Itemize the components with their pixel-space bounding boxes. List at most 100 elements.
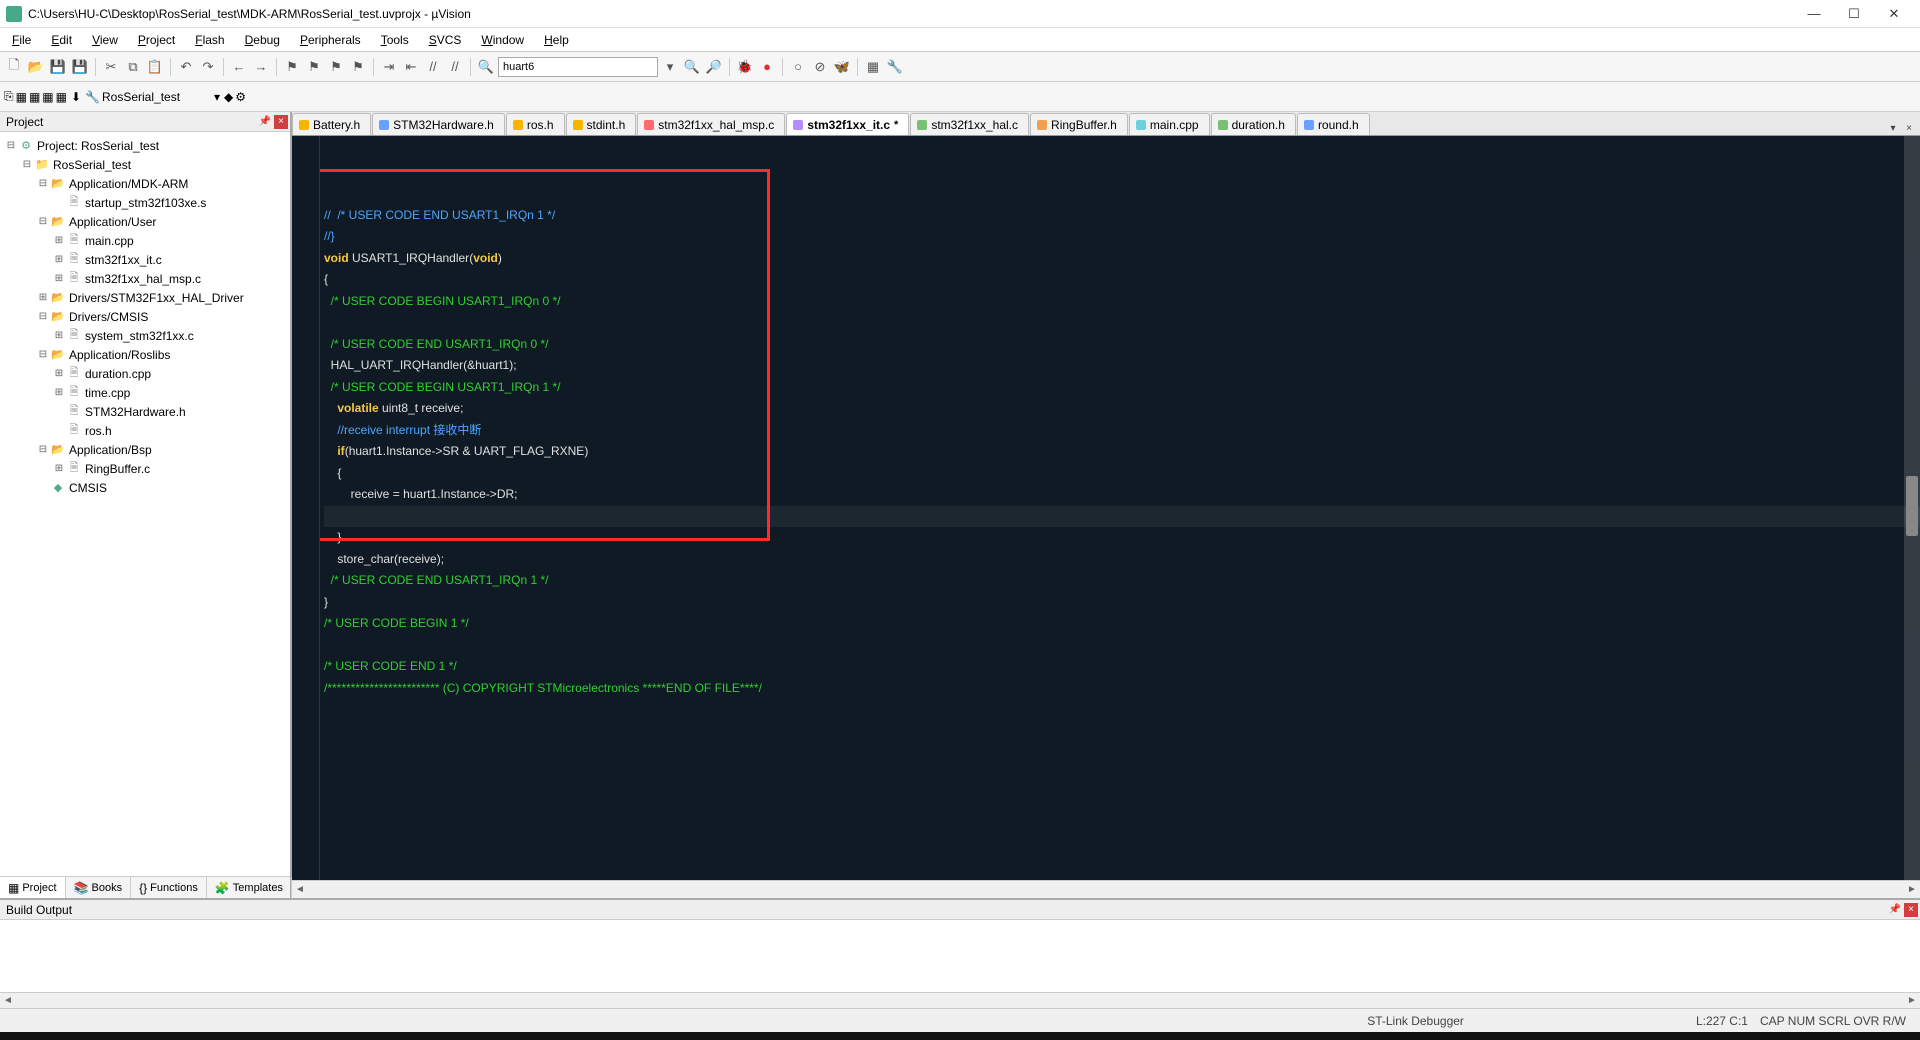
code-line[interactable]: } [324,527,1920,549]
tree-node[interactable]: ⊟📂Application/User [2,212,288,231]
toolbox-icon[interactable]: 🔧 [885,57,905,77]
breakpoint-kill-icon[interactable]: ⊘ [810,57,830,77]
tree-node[interactable]: ⊞🗎system_stm32f1xx.c [2,326,288,345]
code-area[interactable]: // /* USER CODE END USART1_IRQn 1 *///}v… [320,136,1920,880]
code-line[interactable]: /* USER CODE END 1 */ [324,656,1920,678]
tree-node[interactable]: ⊞🗎main.cpp [2,231,288,250]
incremental-find-icon[interactable]: 🔎 [704,57,724,77]
bookmark-clear-icon[interactable]: ⚑ [348,57,368,77]
tree-node[interactable]: ⊟📂Drivers/CMSIS [2,307,288,326]
code-line[interactable]: { [324,463,1920,485]
undo-icon[interactable]: ↶ [176,57,196,77]
comment-icon[interactable]: // [423,57,443,77]
tree-node[interactable]: ⊞📂Drivers/STM32F1xx_HAL_Driver [2,288,288,307]
tree-node[interactable]: ⊞🗎time.cpp [2,383,288,402]
code-line[interactable] [324,635,1920,657]
bookmark-icon[interactable]: ⚑ [282,57,302,77]
analyzer-icon[interactable]: 🦋 [832,57,852,77]
code-line[interactable]: void USART1_IRQHandler(void) [324,248,1920,270]
find-next-icon[interactable]: ▾ [660,57,680,77]
panel-tab-templates[interactable]: 🧩 Templates [207,877,292,898]
panel-tab-project[interactable]: ▦ Project [0,877,66,898]
copy-icon[interactable]: ⧉ [123,57,143,77]
code-line[interactable]: volatile uint8_t receive; [324,398,1920,420]
indent-icon[interactable]: ⇥ [379,57,399,77]
download-icon[interactable]: ⬇ [71,90,81,104]
menu-flash[interactable]: Flash [187,31,232,49]
menu-help[interactable]: Help [536,31,577,49]
code-line[interactable]: if(huart1.Instance->SR & UART_FLAG_RXNE) [324,441,1920,463]
code-line[interactable]: { [324,269,1920,291]
tree-node[interactable]: ⊞🗎stm32f1xx_it.c [2,250,288,269]
file-tab[interactable]: Battery.h [292,113,371,135]
manage-rte-icon[interactable]: ◆ [224,90,233,104]
menu-edit[interactable]: Edit [43,31,80,49]
editor-vscroll[interactable] [1904,136,1920,880]
code-line[interactable] [324,506,1920,528]
new-file-icon[interactable]: 🗋 [4,57,24,77]
panel-tab-books[interactable]: 📚 Books [66,877,132,898]
uncomment-icon[interactable]: // [445,57,465,77]
find-combo[interactable]: huart6 [498,57,658,77]
code-line[interactable]: } [324,592,1920,614]
save-all-icon[interactable]: 💾 [70,57,90,77]
target-combo[interactable]: RosSerial_test [102,90,212,104]
nav-fwd-icon[interactable]: → [251,57,271,77]
nav-back-icon[interactable]: ← [229,57,249,77]
menu-view[interactable]: View [84,31,126,49]
panel-tab-functions[interactable]: {} Functions [131,877,207,898]
redo-icon[interactable]: ↷ [198,57,218,77]
panel-close-icon[interactable]: × [1904,903,1918,917]
cut-icon[interactable]: ✂ [101,57,121,77]
save-icon[interactable]: 💾 [48,57,68,77]
code-editor[interactable]: // /* USER CODE END USART1_IRQn 1 *///}v… [292,136,1920,880]
tab-menu-icon[interactable]: ▾ [1886,121,1900,135]
tree-node[interactable]: 🗎STM32Hardware.h [2,402,288,421]
code-line[interactable]: /* USER CODE END USART1_IRQn 0 */ [324,334,1920,356]
batch-build-icon[interactable]: ▦ [42,90,53,104]
menu-project[interactable]: Project [130,31,183,49]
tree-node[interactable]: ⊞🗎duration.cpp [2,364,288,383]
translate-icon[interactable]: ⎘ [4,89,14,104]
breakpoint-disable-icon[interactable]: ○ [788,57,808,77]
code-line[interactable] [324,699,1920,721]
file-tab[interactable]: STM32Hardware.h [372,113,505,135]
code-line[interactable]: /* USER CODE BEGIN 1 */ [324,613,1920,635]
debug-icon[interactable]: 🐞 [735,57,755,77]
menu-file[interactable]: File [4,31,39,49]
tree-node[interactable]: ⊞🗎RingBuffer.c [2,459,288,478]
code-line[interactable]: /************************ (C) COPYRIGHT … [324,678,1920,700]
menu-peripherals[interactable]: Peripherals [292,31,369,49]
find-in-files-icon[interactable]: 🔍 [682,57,702,77]
tree-node[interactable]: 🗎startup_stm32f103xe.s [2,193,288,212]
target-dropdown-icon[interactable]: ▾ [214,90,220,104]
menu-svcs[interactable]: SVCS [421,31,470,49]
code-line[interactable]: //receive interrupt 接收中断 [324,420,1920,442]
paste-icon[interactable]: 📋 [145,57,165,77]
file-tab[interactable]: stm32f1xx_hal_msp.c [637,113,785,135]
editor-hscroll[interactable]: ◄► [292,880,1920,898]
build-output-hscroll[interactable]: ◄► [0,992,1920,1008]
stop-build-icon[interactable]: ▦ [56,90,67,104]
build-output-body[interactable] [0,920,1920,992]
code-line[interactable] [324,312,1920,334]
tree-node[interactable]: ⊞🗎stm32f1xx_hal_msp.c [2,269,288,288]
panel-close-icon[interactable]: × [274,115,288,129]
target-options-icon[interactable]: 🔧 [85,90,100,104]
maximize-button[interactable]: ☐ [1834,2,1874,26]
tree-node[interactable]: ⊟📂Application/Roslibs [2,345,288,364]
file-tab[interactable]: ros.h [506,113,565,135]
rebuild-icon[interactable]: ▦ [29,90,40,104]
panel-pin-icon[interactable]: 📌 [1888,903,1902,917]
window-icon[interactable]: ▦ [863,57,883,77]
code-line[interactable]: HAL_UART_IRQHandler(&huart1); [324,355,1920,377]
find-icon[interactable]: 🔍 [476,57,496,77]
tree-node[interactable]: ⊟📁RosSerial_test [2,155,288,174]
tree-node[interactable]: ⊟📂Application/Bsp [2,440,288,459]
close-button[interactable]: ✕ [1874,2,1914,26]
file-tab[interactable]: RingBuffer.h [1030,113,1128,135]
menu-window[interactable]: Window [473,31,532,49]
file-tab[interactable]: stm32f1xx_hal.c [910,113,1029,135]
tree-node[interactable]: ◆CMSIS [2,478,288,497]
outdent-icon[interactable]: ⇤ [401,57,421,77]
